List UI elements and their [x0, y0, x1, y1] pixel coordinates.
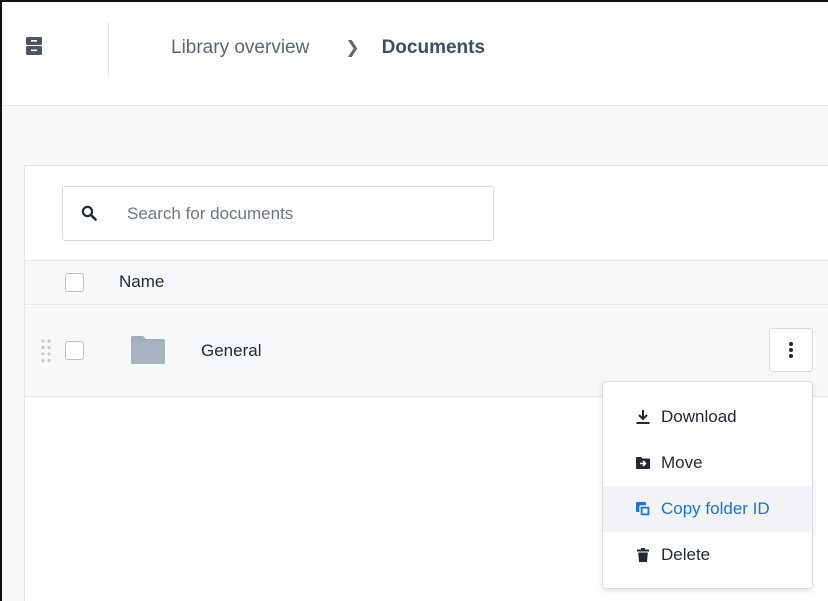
row-context-menu: Download Move Copy folder ID Delete — [602, 381, 813, 589]
breadcrumb-library-overview[interactable]: Library overview — [171, 37, 309, 59]
folder-name[interactable]: General — [201, 341, 261, 361]
drag-handle-icon[interactable] — [40, 338, 52, 364]
row-checkbox[interactable] — [65, 341, 84, 360]
folder-icon — [131, 336, 165, 364]
more-vertical-icon — [789, 342, 793, 358]
row-actions-button[interactable] — [769, 328, 813, 372]
top-bar: Library overview ❯ Documents — [2, 2, 828, 106]
search-icon — [81, 205, 97, 221]
menu-item-delete[interactable]: Delete — [603, 532, 812, 578]
download-icon — [636, 410, 650, 424]
copy-icon — [636, 502, 651, 517]
menu-item-label: Move — [661, 453, 703, 472]
menu-item-label: Delete — [661, 545, 711, 564]
select-all-checkbox[interactable] — [65, 273, 84, 292]
menu-item-copy-folder-id[interactable]: Copy folder ID — [603, 486, 812, 532]
trash-icon — [637, 548, 649, 562]
menu-item-label: Download — [661, 407, 737, 426]
menu-item-label: Copy folder ID — [661, 499, 770, 518]
app-window: Library overview ❯ Documents Name — [0, 0, 828, 601]
menu-item-download[interactable]: Download — [603, 394, 812, 440]
column-header-name[interactable]: Name — [119, 272, 164, 292]
search-box — [62, 186, 494, 241]
table-header: Name — [25, 260, 828, 305]
move-icon — [636, 457, 650, 469]
header-divider — [108, 22, 109, 76]
chevron-right-icon: ❯ — [345, 38, 360, 57]
breadcrumb: Library overview ❯ Documents — [171, 36, 485, 60]
breadcrumb-documents: Documents — [381, 37, 486, 58]
archive-box-icon[interactable] — [26, 37, 42, 55]
search-input[interactable] — [127, 201, 467, 227]
menu-item-move[interactable]: Move — [603, 440, 812, 486]
